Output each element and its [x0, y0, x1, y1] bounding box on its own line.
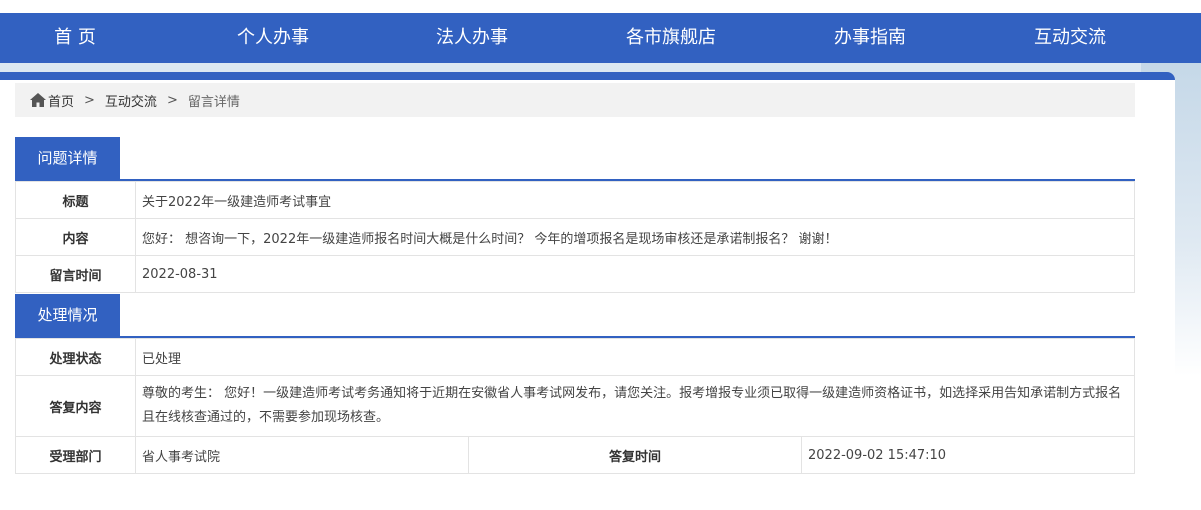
reply-content-value: 尊敬的考生： 您好！一级建造师考试考务通知将于近期在安徽省人事考试网发布，请您关… [135, 375, 1135, 437]
status-label: 处理状态 [15, 338, 136, 376]
nav-item-legal-entity[interactable]: 法人办事 [436, 13, 508, 63]
handling-table: 处理状态 已处理 答复内容 尊敬的考生： 您好！一级建造师考试考务通知将于近期在… [15, 338, 1135, 474]
question-section-title: 问题详情 [15, 137, 120, 179]
department-label: 受理部门 [15, 436, 136, 474]
top-strip [0, 0, 1201, 13]
status-value: 已处理 [135, 338, 1135, 376]
table-row: 标题 关于2022年一级建造师考试事宜 [15, 181, 1135, 219]
breadcrumb-separator: > [166, 92, 178, 108]
message-time-label: 留言时间 [15, 255, 136, 293]
breadcrumb-current: 留言详情 [187, 94, 240, 110]
title-value: 关于2022年一级建造师考试事宜 [135, 181, 1135, 219]
handling-section-title: 处理情况 [15, 294, 120, 336]
nav-item-city-stores[interactable]: 各市旗舰店 [626, 13, 716, 63]
table-row: 受理部门 省人事考试院 答复时间 2022-09-02 15:47:10 [15, 436, 1135, 474]
breadcrumb-home-link[interactable]: 首页 [48, 91, 74, 110]
table-row: 内容 您好： 想咨询一下，2022年一级建造师报名时间大概是什么时间？ 今年的增… [15, 218, 1135, 256]
title-label: 标题 [15, 181, 136, 219]
breadcrumb: 首页 > 互动交流 > 留言详情 [15, 83, 1135, 117]
content-value: 您好： 想咨询一下，2022年一级建造师报名时间大概是什么时间？ 今年的增项报名… [135, 218, 1135, 256]
department-value: 省人事考试院 [135, 436, 469, 474]
nav-item-personal[interactable]: 个人办事 [237, 13, 309, 63]
nav-item-interaction[interactable]: 互动交流 [1034, 13, 1106, 63]
home-icon [30, 93, 46, 107]
breadcrumb-interaction-link[interactable]: 互动交流 [105, 91, 157, 110]
table-row: 留言时间 2022-08-31 [15, 255, 1135, 293]
question-table: 标题 关于2022年一级建造师考试事宜 内容 您好： 想咨询一下，2022年一级… [15, 181, 1135, 293]
reply-time-value: 2022-09-02 15:47:10 [801, 436, 1135, 474]
message-time-value: 2022-08-31 [135, 255, 1135, 293]
table-row: 处理状态 已处理 [15, 338, 1135, 376]
nav-item-guide[interactable]: 办事指南 [834, 13, 906, 63]
reply-content-label: 答复内容 [15, 375, 136, 437]
table-row: 答复内容 尊敬的考生： 您好！一级建造师考试考务通知将于近期在安徽省人事考试网发… [15, 375, 1135, 437]
content-label: 内容 [15, 218, 136, 256]
nav-item-home[interactable]: 首 页 [54, 13, 96, 63]
reply-time-label: 答复时间 [468, 436, 802, 474]
breadcrumb-separator: > [84, 92, 95, 108]
main-navbar: 首 页 个人办事 法人办事 各市旗舰店 办事指南 互动交流 [0, 13, 1201, 63]
